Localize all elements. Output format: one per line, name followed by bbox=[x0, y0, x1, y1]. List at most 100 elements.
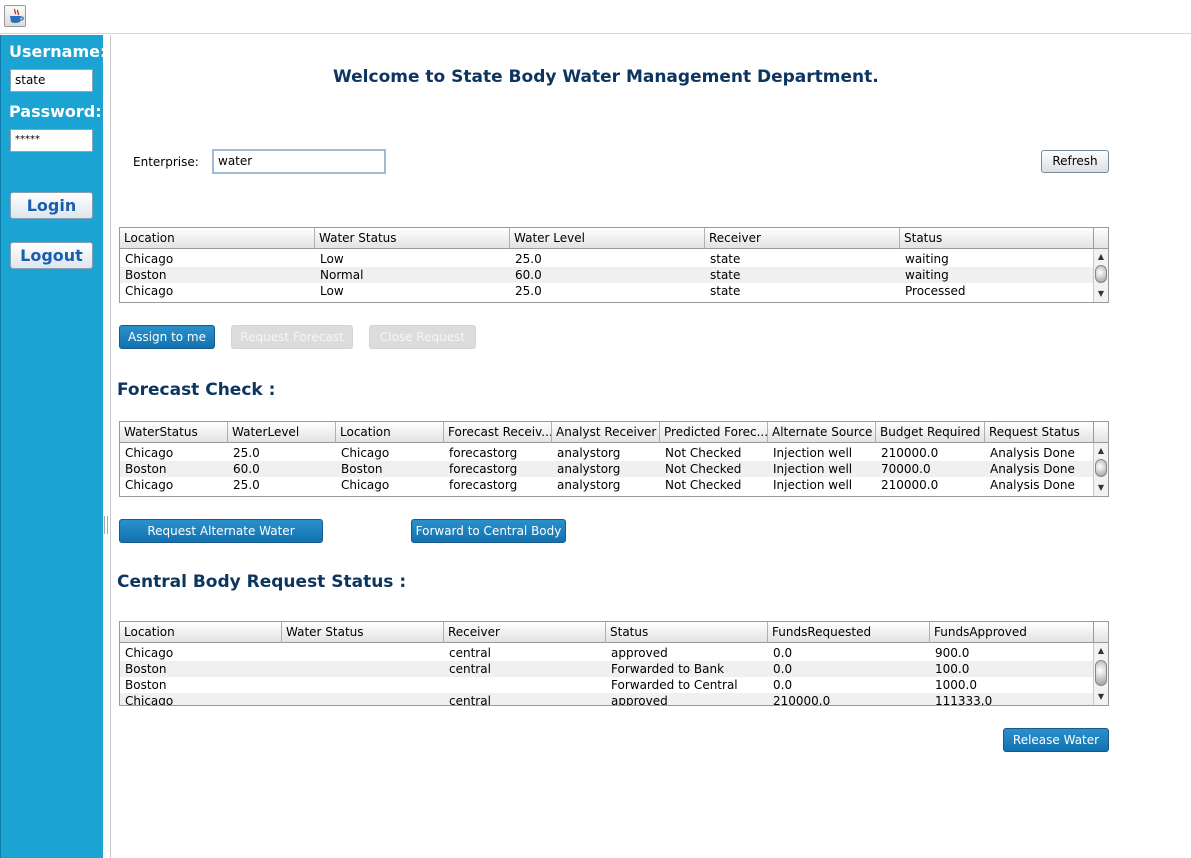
table-cell: 210000.0 bbox=[881, 478, 939, 492]
table-cell: Analysis Done bbox=[990, 446, 1075, 460]
password-field[interactable]: ***** bbox=[10, 129, 93, 152]
assign-to-me-button[interactable]: Assign to me bbox=[119, 325, 215, 349]
release-water-button[interactable]: Release Water bbox=[1003, 728, 1109, 752]
enterprise-field[interactable]: water bbox=[212, 149, 386, 174]
table-cell: 210000.0 bbox=[773, 694, 831, 706]
table-cell: Boston bbox=[125, 662, 167, 676]
table-cell: Chicago bbox=[341, 478, 390, 492]
table-cell: waiting bbox=[905, 268, 949, 282]
table-cell: Injection well bbox=[773, 462, 853, 476]
table-cell: forecastorg bbox=[449, 446, 518, 460]
column-header[interactable]: Forecast Receiv... bbox=[444, 422, 552, 443]
table-row[interactable]: Chicago central approved 210000.0 111333… bbox=[120, 693, 1095, 706]
table-cell: Analysis Done bbox=[990, 478, 1075, 492]
request-alternate-strategy-button[interactable]: Request Alternate Water Strategy bbox=[119, 519, 323, 560]
table-row[interactable]: Chicago Low 25.0 state waiting bbox=[120, 251, 1095, 267]
table-cell: analystorg bbox=[557, 478, 621, 492]
column-header[interactable]: Request Status bbox=[985, 422, 1095, 443]
table-cell: Chicago bbox=[125, 284, 174, 298]
table-row[interactable]: Chicago 25.0 Chicago forecastorg analyst… bbox=[120, 477, 1095, 493]
column-header[interactable]: Water Status bbox=[282, 622, 444, 643]
table-cell: Low bbox=[320, 252, 344, 266]
column-header[interactable]: Budget Required bbox=[876, 422, 985, 443]
table-cell: 0.0 bbox=[773, 678, 793, 692]
column-header[interactable]: FundsRequested bbox=[768, 622, 930, 643]
scroll-up-icon[interactable]: ▲ bbox=[1094, 645, 1108, 657]
column-header[interactable]: Receiver bbox=[705, 228, 900, 249]
column-header[interactable]: WaterStatus bbox=[120, 422, 228, 443]
scroll-down-icon[interactable]: ▼ bbox=[1094, 691, 1108, 703]
column-header[interactable]: FundsApproved bbox=[930, 622, 1095, 643]
request-forecast-button[interactable]: Request Forecast bbox=[231, 325, 353, 349]
column-header[interactable]: Location bbox=[120, 228, 315, 249]
table-cell: analystorg bbox=[557, 446, 621, 460]
table-cell bbox=[283, 645, 287, 661]
column-header[interactable]: Status bbox=[606, 622, 768, 643]
table-header: WaterStatus WaterLevel Location Forecast… bbox=[120, 422, 1095, 443]
table-row[interactable]: Boston Forwarded to Central 0.0 1000.0 bbox=[120, 677, 1095, 693]
table-cell: approved bbox=[611, 694, 668, 706]
table-header: Location Water Status Receiver Status Fu… bbox=[120, 622, 1095, 643]
column-header[interactable]: WaterLevel bbox=[228, 422, 336, 443]
table-cell: Not Checked bbox=[665, 446, 742, 460]
table-cell: Chicago bbox=[125, 252, 174, 266]
scroll-thumb[interactable] bbox=[1095, 265, 1107, 283]
table-cell: forecastorg bbox=[449, 478, 518, 492]
refresh-button[interactable]: Refresh bbox=[1041, 150, 1109, 173]
table-row[interactable]: Boston 60.0 Boston forecastorg analystor… bbox=[120, 461, 1095, 477]
table-corner bbox=[1093, 228, 1108, 249]
table-row[interactable]: Chicago Low 25.0 state Processed bbox=[120, 283, 1095, 299]
table-cell: 25.0 bbox=[515, 252, 542, 266]
scroll-up-icon[interactable]: ▲ bbox=[1094, 251, 1108, 263]
forecast-section-title: Forecast Check : bbox=[117, 380, 276, 400]
table-cell: Processed bbox=[905, 284, 966, 298]
java-coffee-cup-icon[interactable] bbox=[4, 5, 26, 27]
table-row[interactable]: Chicago 25.0 Chicago forecastorg analyst… bbox=[120, 445, 1095, 461]
work-request-table[interactable]: Location Water Status Water Level Receiv… bbox=[119, 227, 1109, 303]
column-header[interactable]: Water Status bbox=[315, 228, 510, 249]
close-request-button[interactable]: Close Request bbox=[369, 325, 476, 349]
scroll-down-icon[interactable]: ▼ bbox=[1094, 482, 1108, 494]
table-cell: state bbox=[710, 284, 741, 298]
split-pane-divider[interactable] bbox=[103, 35, 111, 858]
scroll-down-icon[interactable]: ▼ bbox=[1094, 288, 1108, 300]
table-cell: Chicago bbox=[125, 446, 174, 460]
column-header[interactable]: Analyst Receiver bbox=[552, 422, 660, 443]
table-cell: Chicago bbox=[125, 694, 174, 706]
table-cell: 25.0 bbox=[233, 478, 260, 492]
forward-to-central-button[interactable]: Forward to Central Body bbox=[411, 519, 566, 543]
table-row[interactable]: Chicago central approved 0.0 900.0 bbox=[120, 645, 1095, 661]
table-cell: state bbox=[710, 252, 741, 266]
username-field[interactable]: state bbox=[10, 69, 93, 92]
column-header[interactable]: Receiver bbox=[444, 622, 606, 643]
table-cell: Analysis Done bbox=[990, 462, 1075, 476]
central-section-title: Central Body Request Status : bbox=[117, 572, 407, 592]
login-button[interactable]: Login bbox=[10, 192, 93, 219]
table-row[interactable]: Boston central Forwarded to Bank 0.0 100… bbox=[120, 661, 1095, 677]
table-cell bbox=[283, 693, 287, 705]
table-cell: central bbox=[449, 694, 491, 706]
central-request-table[interactable]: Location Water Status Receiver Status Fu… bbox=[119, 621, 1109, 706]
column-header[interactable]: Status bbox=[900, 228, 1095, 249]
column-header[interactable]: Water Level bbox=[510, 228, 705, 249]
scroll-thumb[interactable] bbox=[1095, 459, 1107, 477]
forecast-table[interactable]: WaterStatus WaterLevel Location Forecast… bbox=[119, 421, 1109, 497]
table-cell: Not Checked bbox=[665, 478, 742, 492]
column-header[interactable]: Location bbox=[120, 622, 282, 643]
table-corner bbox=[1093, 622, 1108, 643]
column-header[interactable]: Alternate Source bbox=[768, 422, 876, 443]
table-cell: 0.0 bbox=[773, 662, 793, 676]
divider-grip-icon[interactable] bbox=[104, 516, 108, 534]
scroll-up-icon[interactable]: ▲ bbox=[1094, 445, 1108, 457]
logout-button[interactable]: Logout bbox=[10, 242, 93, 269]
table-cell: Boston bbox=[125, 268, 167, 282]
table-cell: Chicago bbox=[341, 446, 390, 460]
scroll-thumb[interactable] bbox=[1095, 660, 1107, 686]
column-header[interactable]: Predicted Forec... bbox=[660, 422, 768, 443]
column-header[interactable]: Location bbox=[336, 422, 444, 443]
table-cell: approved bbox=[611, 646, 668, 660]
table-row[interactable]: Boston Normal 60.0 state waiting bbox=[120, 267, 1095, 283]
table-cell bbox=[283, 661, 287, 677]
table-cell: 25.0 bbox=[515, 284, 542, 298]
table-cell: 0.0 bbox=[773, 646, 793, 660]
